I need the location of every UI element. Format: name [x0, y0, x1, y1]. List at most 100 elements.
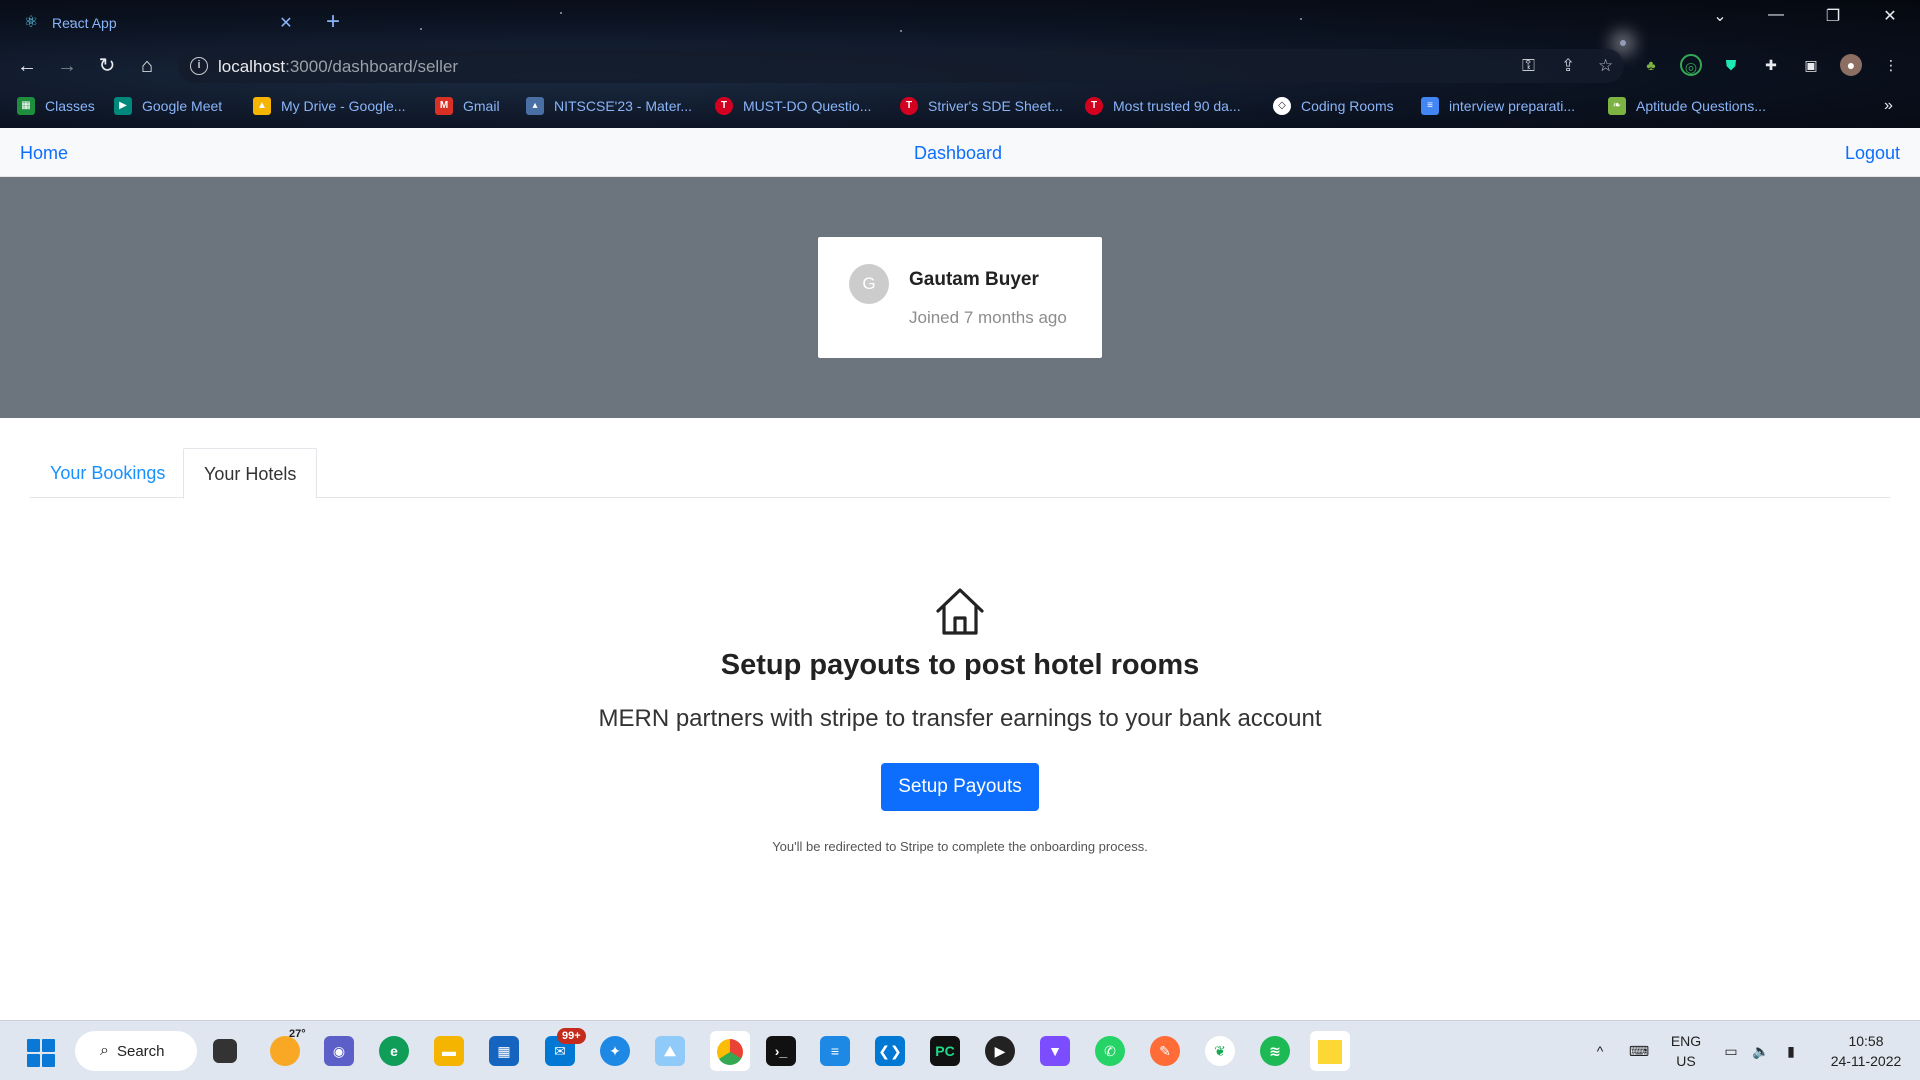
extension-tree-icon[interactable]: ♣ — [1640, 54, 1662, 76]
reload-icon[interactable]: ↻ — [93, 52, 121, 80]
background-star — [420, 28, 422, 30]
tab-search-icon[interactable]: ⌄ — [1700, 6, 1740, 26]
docs-icon: ≡ — [1421, 97, 1439, 115]
profile-joined-text: Joined 7 months ago — [909, 308, 1067, 327]
bookmark-item[interactable]: ▶ Google Meet — [114, 94, 222, 118]
home-icon — [936, 588, 984, 635]
volume-icon[interactable]: 🔈 — [1748, 1021, 1774, 1080]
bookmark-item[interactable]: ▦ Classes — [17, 94, 95, 118]
start-windows-icon[interactable] — [27, 1039, 55, 1067]
bookmark-star-icon[interactable]: ☆ — [1598, 56, 1613, 76]
keyboard-icon[interactable]: ⌨ — [1626, 1021, 1652, 1080]
clock-date: 24-11-2022 — [1830, 1053, 1902, 1069]
bookmark-item[interactable]: T Most trusted 90 da... — [1085, 94, 1241, 118]
profile-avatar-icon[interactable]: ● — [1840, 54, 1862, 76]
edge-icon[interactable]: e — [379, 1036, 409, 1066]
file-explorer-icon[interactable]: ▬ — [434, 1036, 464, 1066]
whatsapp-icon[interactable]: ✆ — [1095, 1036, 1125, 1066]
language-region: US — [1676, 1053, 1696, 1069]
tab-your-bookings[interactable]: Your Bookings — [30, 448, 185, 498]
side-panel-icon[interactable]: ▣ — [1800, 54, 1822, 76]
restore-icon[interactable]: ❐ — [1813, 6, 1853, 26]
drive-icon: ▲ — [253, 97, 271, 115]
mail-badge: 99+ — [557, 1028, 586, 1044]
bookmark-item[interactable]: T MUST-DO Questio... — [715, 94, 871, 118]
home-icon[interactable]: ⌂ — [133, 52, 161, 80]
weather-icon[interactable]: 27° — [270, 1028, 306, 1066]
empty-state-description: MERN partners with stripe to transfer ea… — [598, 705, 1322, 732]
clock-time: 10:58 — [1848, 1033, 1884, 1049]
browser-chrome: ⚛ React App ✕ + ⌄ — ❐ ✕ ← → ↻ ⌂ i localh… — [0, 0, 1920, 128]
taskbar-search[interactable]: ⌕ Search — [75, 1031, 197, 1071]
notepad-icon[interactable]: ≡ — [820, 1036, 850, 1066]
terminal-icon[interactable]: ›_ — [766, 1036, 796, 1066]
network-icon[interactable]: ▭ — [1718, 1021, 1744, 1080]
share-icon[interactable]: ⇪ — [1561, 56, 1575, 76]
gmail-icon: M — [435, 97, 453, 115]
redirect-note: You'll be redirected to Stripe to comple… — [772, 839, 1148, 854]
avatar: G — [849, 264, 889, 304]
back-icon[interactable]: ← — [13, 52, 41, 80]
new-tab-icon[interactable]: + — [326, 8, 340, 36]
coding-rooms-icon: ◇ — [1273, 97, 1291, 115]
setup-payouts-button[interactable]: Setup Payouts — [881, 763, 1039, 811]
extension-shield-icon[interactable]: ⛊ — [1720, 54, 1742, 76]
forward-icon[interactable]: → — [53, 52, 81, 80]
bookmark-item[interactable]: ❧ Aptitude Questions... — [1608, 94, 1766, 118]
background-star — [900, 30, 902, 32]
bookmark-item[interactable]: ▲ My Drive - Google... — [253, 94, 405, 118]
language-indicator[interactable]: ENG US — [1664, 1021, 1708, 1080]
show-hidden-icons-icon[interactable]: ^ — [1588, 1021, 1612, 1080]
mongodb-icon[interactable]: ❦ — [1205, 1036, 1235, 1066]
vpn-icon[interactable]: ▼ — [1040, 1036, 1070, 1066]
nav-home-link[interactable]: Home — [20, 143, 68, 164]
tab-your-hotels[interactable]: Your Hotels — [183, 448, 318, 499]
app-icon[interactable]: ✦ — [600, 1036, 630, 1066]
battery-icon[interactable]: ▮ — [1778, 1021, 1804, 1080]
spotify-icon[interactable]: ≋ — [1260, 1036, 1290, 1066]
bookmark-item[interactable]: ≡ interview preparati... — [1421, 94, 1575, 118]
minimize-icon[interactable]: — — [1756, 6, 1796, 24]
nav-logout-link[interactable]: Logout — [1845, 143, 1900, 164]
mail-icon[interactable]: ✉ 99+ — [545, 1028, 586, 1066]
browser-toolbar: ← → ↻ ⌂ i localhost:3000/dashboard/selle… — [0, 46, 1920, 86]
chrome-icon[interactable] — [710, 1031, 750, 1071]
close-window-icon[interactable]: ✕ — [1870, 6, 1910, 26]
browser-tab[interactable]: ⚛ React App ✕ — [10, 4, 308, 42]
taskbar-search-label: Search — [116, 1042, 165, 1060]
chrome-menu-icon[interactable]: ⋮ — [1880, 54, 1902, 76]
tuf-icon: T — [900, 97, 918, 115]
nav-dashboard-link[interactable]: Dashboard — [914, 143, 1002, 164]
postman-icon[interactable]: ✎ — [1150, 1036, 1180, 1066]
microsoft-store-icon[interactable]: ▦ — [489, 1036, 519, 1066]
sticky-notes-icon[interactable] — [1310, 1031, 1350, 1071]
task-view-icon[interactable] — [213, 1039, 237, 1063]
media-player-icon[interactable]: ▶ — [985, 1036, 1015, 1066]
extensions-puzzle-icon[interactable]: ✚ — [1760, 54, 1782, 76]
bookmark-item[interactable]: M Gmail — [435, 94, 500, 118]
background-star — [560, 12, 562, 14]
search-icon: ⌕ — [100, 1042, 109, 1059]
bookmarks-overflow-icon[interactable]: » — [1884, 94, 1893, 118]
classroom-icon: ▦ — [17, 97, 35, 115]
url-text[interactable]: localhost:3000/dashboard/seller — [218, 57, 458, 77]
extension-target-icon[interactable]: ◎ — [1680, 54, 1702, 76]
key-icon[interactable]: ⚿ — [1522, 56, 1535, 76]
clock[interactable]: 10:58 24-11-2022 — [1818, 1021, 1914, 1080]
tuf-icon: T — [1085, 97, 1103, 115]
bookmark-item[interactable]: T Striver's SDE Sheet... — [900, 94, 1063, 118]
graduation-icon: ▴ — [526, 97, 544, 115]
pycharm-icon[interactable]: PC — [930, 1036, 960, 1066]
address-bar[interactable]: i localhost:3000/dashboard/seller ⚿ ⇪ ☆ — [178, 49, 1624, 83]
react-logo-icon: ⚛ — [23, 14, 39, 31]
photos-icon[interactable]: ⛰ — [655, 1036, 685, 1066]
bookmark-item[interactable]: ▴ NITSCSE'23 - Mater... — [526, 94, 692, 118]
teams-chat-icon[interactable]: ◉ — [324, 1036, 354, 1066]
bookmark-item[interactable]: ◇ Coding Rooms — [1273, 94, 1394, 118]
background-star — [1300, 18, 1302, 20]
close-tab-icon[interactable]: ✕ — [276, 13, 296, 33]
language-code: ENG — [1670, 1033, 1702, 1049]
vscode-icon[interactable]: ❮❯ — [875, 1036, 905, 1066]
empty-state-title: Setup payouts to post hotel rooms — [720, 649, 1200, 681]
site-info-icon[interactable]: i — [190, 57, 208, 75]
